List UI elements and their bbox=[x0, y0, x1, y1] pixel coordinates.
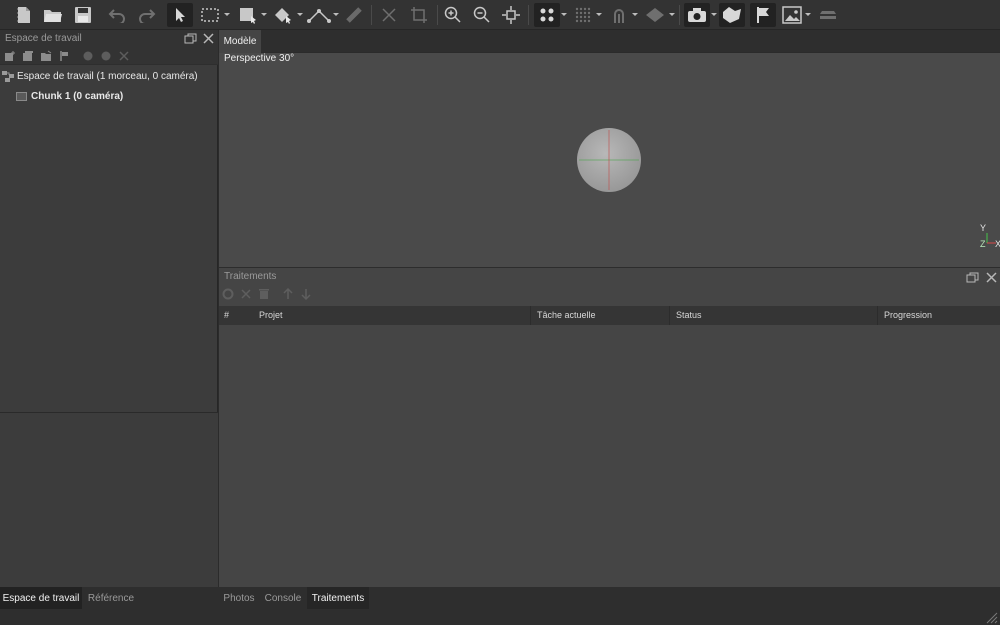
disable-icon[interactable] bbox=[100, 50, 112, 62]
chevron-down-icon[interactable] bbox=[596, 9, 602, 19]
tab-console[interactable]: Console bbox=[262, 587, 304, 609]
zoom-out-icon[interactable] bbox=[471, 3, 493, 27]
add-folder-icon[interactable] bbox=[40, 50, 52, 62]
size-grip-icon[interactable] bbox=[986, 612, 998, 624]
tab-reference[interactable]: Référence bbox=[84, 587, 138, 609]
undo-icon[interactable] bbox=[106, 3, 128, 27]
chunk-item[interactable]: Chunk 1 (0 caméra) bbox=[16, 87, 123, 105]
chevron-down-icon[interactable] bbox=[261, 9, 267, 19]
tab-workspace[interactable]: Espace de travail bbox=[0, 587, 82, 609]
chevron-down-icon[interactable] bbox=[711, 9, 717, 19]
model-tab-bar bbox=[219, 30, 1000, 52]
axis-z-label: Z bbox=[980, 239, 986, 249]
new-file-icon[interactable] bbox=[14, 3, 34, 27]
show-cameras-icon[interactable] bbox=[684, 3, 710, 27]
workspace-toolbar bbox=[0, 47, 218, 65]
move-down-icon[interactable] bbox=[300, 288, 312, 300]
workspace-title-bar: Espace de travail bbox=[0, 30, 218, 47]
redo-icon[interactable] bbox=[136, 3, 158, 27]
ruler-measure-icon[interactable] bbox=[343, 3, 365, 27]
trackball[interactable] bbox=[219, 53, 1000, 267]
show-tiled-icon[interactable] bbox=[643, 3, 667, 27]
add-marker-icon[interactable] bbox=[58, 50, 70, 62]
ruler-icon[interactable] bbox=[306, 3, 332, 27]
model-viewport[interactable]: Perspective 30° Y Z X bbox=[219, 53, 1000, 267]
processing-table-header: # Projet Tâche actuelle Status Progressi… bbox=[219, 306, 1000, 325]
undock-icon[interactable] bbox=[184, 32, 197, 45]
reset-view-icon[interactable] bbox=[500, 3, 522, 27]
delete-task-icon[interactable] bbox=[258, 288, 270, 300]
workspace-root-label: Espace de travail (1 morceau, 0 caméra) bbox=[17, 70, 198, 82]
chunk-label: Chunk 1 (0 caméra) bbox=[31, 90, 124, 102]
save-icon[interactable] bbox=[72, 3, 94, 27]
close-icon[interactable] bbox=[985, 271, 998, 284]
enable-icon[interactable] bbox=[82, 50, 94, 62]
show-markers-icon[interactable] bbox=[750, 3, 776, 27]
close-icon[interactable] bbox=[202, 32, 215, 45]
chevron-down-icon[interactable] bbox=[333, 9, 339, 19]
crop-icon[interactable] bbox=[408, 3, 430, 27]
resize-region-icon[interactable] bbox=[236, 3, 260, 27]
tab-photos[interactable]: Photos bbox=[221, 587, 257, 609]
chunk-icon bbox=[16, 91, 27, 101]
undock-icon[interactable] bbox=[966, 271, 979, 284]
remove-icon[interactable] bbox=[118, 50, 130, 62]
show-points-icon[interactable] bbox=[534, 3, 560, 27]
column-header-project[interactable]: Projet bbox=[259, 310, 283, 320]
rectangle-selection-icon[interactable] bbox=[198, 3, 222, 27]
move-up-icon[interactable] bbox=[282, 288, 294, 300]
chevron-down-icon[interactable] bbox=[297, 9, 303, 19]
show-shapes-icon[interactable] bbox=[719, 3, 745, 27]
show-images-icon[interactable] bbox=[780, 3, 804, 27]
cancel-icon[interactable] bbox=[240, 288, 252, 300]
workspace-icon bbox=[2, 70, 14, 82]
chevron-down-icon[interactable] bbox=[632, 9, 638, 19]
chevron-down-icon[interactable] bbox=[669, 9, 675, 19]
tab-model[interactable]: Modèle bbox=[219, 30, 261, 53]
workspace-properties-area bbox=[0, 412, 218, 587]
column-header-progress[interactable]: Progression bbox=[884, 310, 932, 320]
show-layers-icon[interactable] bbox=[816, 3, 840, 27]
chevron-down-icon[interactable] bbox=[561, 9, 567, 19]
workspace-panel: Espace de travail Espace de travail (1 m… bbox=[0, 30, 218, 587]
main-toolbar bbox=[0, 0, 1000, 30]
column-header-number[interactable]: # bbox=[224, 310, 229, 320]
bottom-tab-bar: Espace de travail Référence Photos Conso… bbox=[0, 587, 1000, 625]
show-model-icon[interactable] bbox=[607, 3, 631, 27]
workspace-tree-root[interactable]: Espace de travail (1 morceau, 0 caméra) bbox=[2, 67, 198, 85]
chevron-down-icon[interactable] bbox=[805, 9, 811, 19]
zoom-in-icon[interactable] bbox=[442, 3, 464, 27]
tab-processing[interactable]: Traitements bbox=[307, 587, 369, 609]
rotate-object-icon[interactable] bbox=[271, 3, 295, 27]
open-folder-icon[interactable] bbox=[42, 3, 64, 27]
processing-title: Traitements bbox=[224, 271, 277, 282]
column-header-current-task[interactable]: Tâche actuelle bbox=[537, 310, 596, 320]
add-chunk-icon[interactable] bbox=[4, 50, 16, 62]
navigation-arrow-icon[interactable] bbox=[167, 3, 193, 27]
show-dense-cloud-icon[interactable] bbox=[571, 3, 595, 27]
chevron-down-icon[interactable] bbox=[224, 9, 230, 19]
workspace-title: Espace de travail bbox=[5, 33, 82, 44]
column-header-status[interactable]: Status bbox=[676, 310, 702, 320]
add-photos-icon[interactable] bbox=[22, 50, 34, 62]
start-icon[interactable] bbox=[222, 288, 234, 300]
processing-panel: Traitements # Projet Tâche actuelle Stat… bbox=[219, 267, 1000, 587]
delete-icon[interactable] bbox=[378, 3, 400, 27]
axis-x-label: X bbox=[995, 239, 1000, 249]
